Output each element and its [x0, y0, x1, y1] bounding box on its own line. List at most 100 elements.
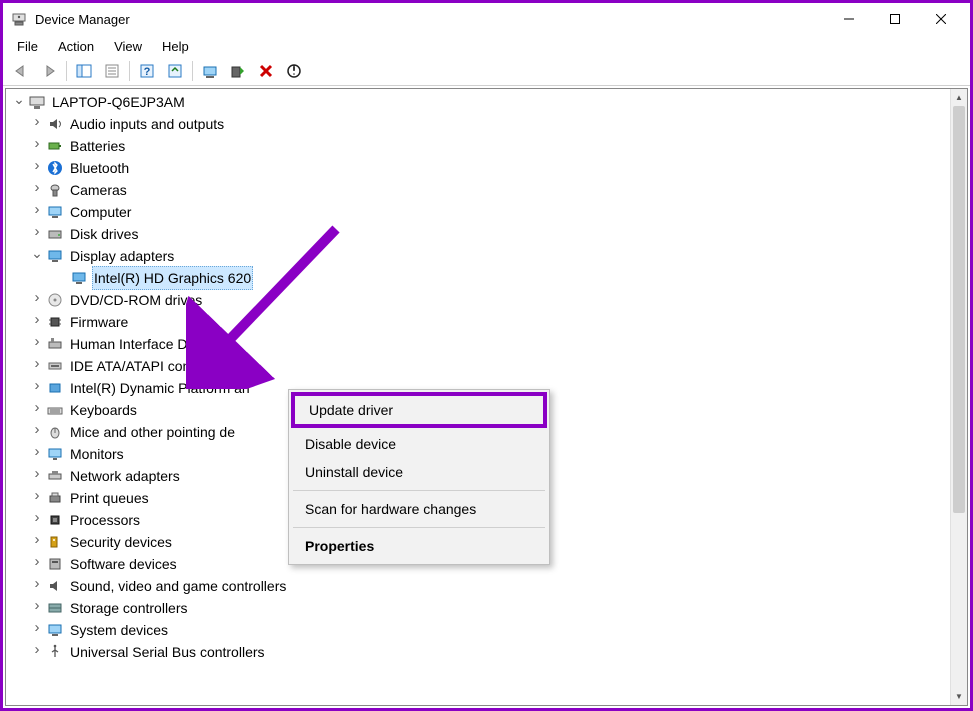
maximize-button[interactable]	[872, 4, 918, 34]
tree-item-batteries[interactable]: Batteries	[6, 135, 950, 157]
expand-toggle[interactable]	[30, 442, 44, 466]
toolbar: ?	[3, 57, 970, 85]
tree-label: DVD/CD-ROM drives	[68, 289, 204, 311]
device-tree-panel: LAPTOP-Q6EJP3AM Audio inputs and outputs…	[5, 88, 968, 706]
expand-toggle[interactable]	[30, 486, 44, 510]
update-driver-button[interactable]	[198, 59, 222, 83]
expand-toggle[interactable]	[30, 596, 44, 620]
ctx-uninstall-device[interactable]: Uninstall device	[291, 458, 547, 486]
expand-toggle[interactable]	[30, 200, 44, 224]
scroll-track[interactable]	[951, 106, 967, 688]
disable-device-button[interactable]	[282, 59, 306, 83]
network-icon	[46, 467, 64, 485]
tree-item-dvd[interactable]: DVD/CD-ROM drives	[6, 289, 950, 311]
context-menu: Update driver Disable device Uninstall d…	[288, 389, 550, 565]
tree-label: System devices	[68, 619, 170, 641]
uninstall-device-button[interactable]	[254, 59, 278, 83]
expand-toggle[interactable]	[30, 354, 44, 378]
close-button[interactable]	[918, 4, 964, 34]
expand-toggle[interactable]	[30, 134, 44, 158]
expand-toggle[interactable]	[30, 464, 44, 488]
tree-label: Mice and other pointing de	[68, 421, 237, 443]
menubar: File Action View Help	[3, 35, 970, 57]
ctx-properties[interactable]: Properties	[291, 532, 547, 560]
expand-toggle[interactable]	[30, 310, 44, 334]
tree-item-usb[interactable]: Universal Serial Bus controllers	[6, 641, 950, 663]
tree-label: Storage controllers	[68, 597, 190, 619]
tree-label: Security devices	[68, 531, 174, 553]
tree-item-sound[interactable]: Sound, video and game controllers	[6, 575, 950, 597]
expand-toggle[interactable]	[30, 376, 44, 400]
menu-help[interactable]: Help	[152, 37, 199, 56]
tree-label: Batteries	[68, 135, 127, 157]
tree-item-cameras[interactable]: Cameras	[6, 179, 950, 201]
back-button[interactable]	[9, 59, 33, 83]
tree-item-audio[interactable]: Audio inputs and outputs	[6, 113, 950, 135]
tree-item-firmware[interactable]: Firmware	[6, 311, 950, 333]
sound-icon	[46, 577, 64, 595]
expand-toggle[interactable]	[30, 178, 44, 202]
scroll-thumb[interactable]	[953, 106, 965, 513]
tree-label: LAPTOP-Q6EJP3AM	[50, 91, 187, 113]
expand-toggle[interactable]	[12, 90, 26, 115]
chip-icon	[46, 313, 64, 331]
show-hide-tree-button[interactable]	[72, 59, 96, 83]
security-icon	[46, 533, 64, 551]
tree-item-diskdrives[interactable]: Disk drives	[6, 223, 950, 245]
dvd-icon	[46, 291, 64, 309]
ctx-update-driver[interactable]: Update driver	[295, 396, 543, 424]
computer-icon	[28, 93, 46, 111]
ctx-separator	[293, 490, 545, 491]
expand-toggle[interactable]	[30, 332, 44, 356]
expand-toggle[interactable]	[30, 398, 44, 422]
expand-toggle[interactable]	[30, 222, 44, 246]
tree-item-ide[interactable]: IDE ATA/ATAPI controllers	[6, 355, 950, 377]
scroll-down-button[interactable]: ▼	[951, 688, 967, 705]
menu-action[interactable]: Action	[48, 37, 104, 56]
forward-button[interactable]	[37, 59, 61, 83]
scan-hardware-button[interactable]	[163, 59, 187, 83]
tree-item-intel-hd-graphics[interactable]: Intel(R) HD Graphics 620	[6, 267, 950, 289]
ctx-scan-hardware[interactable]: Scan for hardware changes	[291, 495, 547, 523]
tree-label: Bluetooth	[68, 157, 131, 179]
tree-item-bluetooth[interactable]: Bluetooth	[6, 157, 950, 179]
scroll-up-button[interactable]: ▲	[951, 89, 967, 106]
tree-label: Disk drives	[68, 223, 140, 245]
expand-toggle[interactable]	[30, 530, 44, 554]
tree-item-system[interactable]: System devices	[6, 619, 950, 641]
ctx-separator	[293, 527, 545, 528]
expand-toggle[interactable]	[30, 244, 44, 269]
menu-file[interactable]: File	[7, 37, 48, 56]
expand-toggle[interactable]	[30, 552, 44, 576]
tree-item-display-adapters[interactable]: Display adapters	[6, 245, 950, 267]
expand-toggle[interactable]	[30, 640, 44, 664]
camera-icon	[46, 181, 64, 199]
tree-label: Network adapters	[68, 465, 182, 487]
minimize-button[interactable]	[826, 4, 872, 34]
expand-toggle[interactable]	[30, 420, 44, 444]
tree-item-computer[interactable]: Computer	[6, 201, 950, 223]
expand-toggle[interactable]	[30, 112, 44, 136]
tree-item-storage[interactable]: Storage controllers	[6, 597, 950, 619]
ctx-disable-device[interactable]: Disable device	[291, 430, 547, 458]
expand-toggle[interactable]	[30, 508, 44, 532]
tree-label: Computer	[68, 201, 133, 223]
expand-toggle[interactable]	[30, 156, 44, 180]
menu-view[interactable]: View	[104, 37, 152, 56]
titlebar: Device Manager	[3, 3, 970, 35]
tree-root[interactable]: LAPTOP-Q6EJP3AM	[6, 91, 950, 113]
help-button[interactable]: ?	[135, 59, 159, 83]
tree-label: Display adapters	[68, 245, 176, 267]
bluetooth-icon	[46, 159, 64, 177]
expand-toggle[interactable]	[30, 288, 44, 312]
tree-item-hid[interactable]: Human Interface Devices	[6, 333, 950, 355]
tree-label: Keyboards	[68, 399, 139, 421]
enable-device-button[interactable]	[226, 59, 250, 83]
vertical-scrollbar[interactable]: ▲ ▼	[950, 89, 967, 705]
display-icon	[46, 247, 64, 265]
expand-toggle[interactable]	[30, 574, 44, 598]
mouse-icon	[46, 423, 64, 441]
tree-label: Universal Serial Bus controllers	[68, 641, 267, 663]
expand-toggle[interactable]	[30, 618, 44, 642]
properties-button[interactable]	[100, 59, 124, 83]
